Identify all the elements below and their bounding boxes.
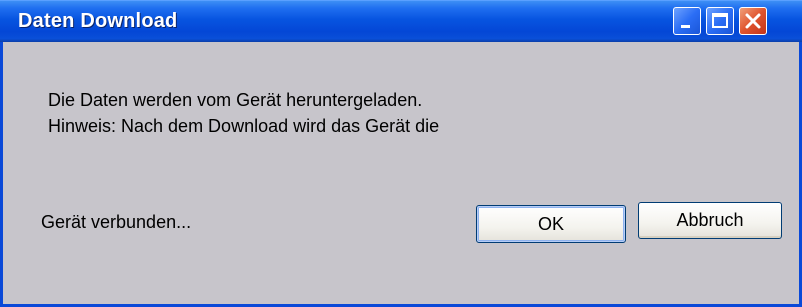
minimize-icon <box>681 25 690 28</box>
minimize-button[interactable] <box>673 7 701 35</box>
ok-button[interactable]: OK <box>476 205 626 243</box>
close-button[interactable] <box>739 7 767 35</box>
maximize-button[interactable] <box>706 7 734 35</box>
dialog-window: Daten Download Die Daten werden vom Gerä… <box>0 0 802 307</box>
maximize-icon <box>712 13 728 28</box>
status-text: Gerät verbunden... <box>41 212 192 232</box>
window-title: Daten Download <box>18 10 178 32</box>
dialog-body: Die Daten werden vom Gerät heruntergelad… <box>3 42 799 304</box>
cancel-button[interactable]: Abbruch <box>638 202 782 239</box>
title-bar[interactable]: Daten Download <box>0 0 802 42</box>
message-line-2: Hinweis: Nach dem Download wird das Gerä… <box>48 116 440 136</box>
close-icon <box>745 13 761 29</box>
message-line-1: Die Daten werden vom Gerät heruntergelad… <box>48 90 423 110</box>
